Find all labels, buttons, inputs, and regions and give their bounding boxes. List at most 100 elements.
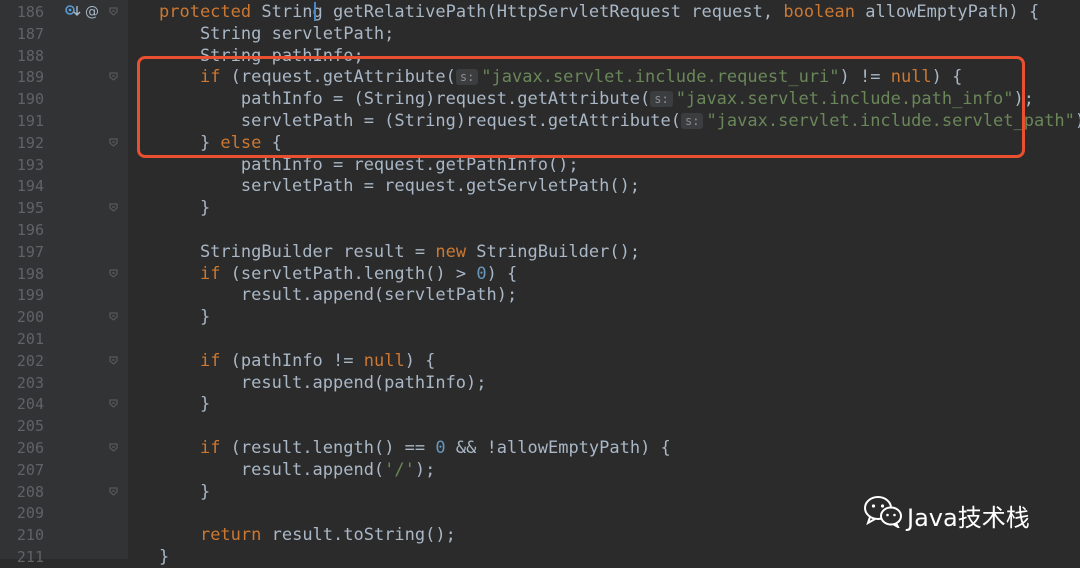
line-number: 204 (16, 395, 44, 414)
line-number: 189 (16, 68, 44, 87)
fold-marker-icon[interactable] (109, 269, 118, 278)
line-number: 200 (16, 308, 44, 327)
code-token: } (159, 307, 211, 328)
code-text[interactable]: } (159, 481, 210, 503)
code-line[interactable]: 194 servletPath = request.getServletPath… (0, 175, 1080, 197)
code-text[interactable]: result.append(servletPath); (159, 284, 517, 306)
line-number: 194 (16, 177, 44, 196)
fold-marker-icon[interactable] (109, 399, 118, 409)
fold-marker-icon[interactable] (109, 203, 118, 212)
code-line[interactable]: 201 (0, 328, 1080, 350)
code-token: (HttpServletRequest request, (486, 2, 784, 22)
code-text[interactable]: return result.toString(); (159, 524, 456, 546)
code-token: ) { (486, 263, 518, 284)
override-annotation-icon: @ (85, 4, 99, 20)
line-number: 207 (16, 460, 44, 479)
code-token: result.append( (159, 459, 385, 480)
line-number: 210 (16, 526, 44, 545)
code-text[interactable]: if (result.length() == 0 && !allowEmptyP… (159, 437, 671, 459)
line-number: 202 (16, 351, 44, 370)
fold-marker-icon[interactable] (109, 443, 118, 452)
line-number: 199 (16, 286, 44, 305)
code-line[interactable]: 202 if (pathInfo != null) { (0, 350, 1080, 372)
fold-marker-icon[interactable] (109, 7, 118, 16)
code-token: ); (1075, 111, 1080, 131)
code-token: ) { (404, 350, 436, 371)
code-text[interactable]: } (159, 546, 169, 568)
code-line[interactable]: 186 protected String getRelativePath(Http… (0, 1, 1080, 23)
line-number: 206 (16, 439, 44, 457)
code-editor[interactable]: 186 protected String getRelativePath(Http… (0, 0, 1080, 567)
code-line[interactable]: 206 if (result.length() == 0 && !allowEm… (0, 437, 1080, 459)
watermark-text: Java技术栈 (907, 504, 1030, 532)
svg-text:@: @ (85, 4, 99, 19)
line-number: 196 (16, 221, 44, 239)
code-token: result.toString(); (261, 525, 456, 546)
code-line[interactable]: 205 (0, 415, 1080, 437)
code-line[interactable]: 196 (0, 219, 1080, 241)
code-text[interactable]: String servletPath; (159, 23, 394, 45)
keyword-token: boolean (783, 2, 856, 22)
code-text[interactable]: StringBuilder result = new StringBuilder… (159, 241, 640, 263)
fold-marker-icon[interactable] (109, 72, 118, 82)
line-number: 201 (16, 330, 44, 348)
code-text[interactable]: servletPath = request.getServletPath(); (159, 175, 640, 197)
code-line[interactable]: 187 String servletPath; (0, 23, 1080, 45)
code-token: (pathInfo != (220, 350, 364, 371)
wechat-icon (864, 496, 902, 530)
line-number: 197 (16, 242, 44, 261)
fold-marker-icon[interactable] (109, 356, 118, 365)
code-line[interactable]: 200 } (0, 306, 1080, 328)
watermark: Java技术栈 (863, 494, 1063, 532)
line-number: 190 (16, 90, 44, 109)
keyword-token: if (199, 263, 221, 284)
code-token: getRelativePath (333, 2, 487, 22)
line-number: 208 (16, 482, 44, 501)
keyword-token: new (435, 241, 467, 262)
fold-marker-icon[interactable] (109, 312, 118, 321)
code-line[interactable]: 204 } (0, 393, 1080, 415)
line-number: 209 (16, 504, 44, 523)
keyword-token: null (363, 350, 405, 371)
code-token: && !allowEmptyPath) { (445, 438, 671, 458)
code-text[interactable]: result.append('/'); (159, 459, 436, 481)
line-number: 187 (16, 24, 44, 43)
code-token: (servletPath.length() > (220, 263, 477, 284)
code-line[interactable]: 195 } (0, 197, 1080, 219)
code-line[interactable]: 199 result.append(servletPath); (0, 284, 1080, 306)
code-line[interactable]: 207 result.append('/'); (0, 459, 1080, 481)
fold-marker-icon[interactable] (109, 138, 118, 147)
highlight-annotation-box (137, 56, 1025, 158)
code-token: } (159, 198, 211, 219)
line-number: 211 (16, 548, 44, 566)
code-token: allowEmptyPath) { (855, 2, 1040, 22)
text-caret (314, 2, 316, 21)
gutter-icons: @ (64, 3, 104, 20)
code-token: result.append(servletPath); (159, 285, 518, 306)
code-token: result.append(pathInfo); (159, 372, 487, 393)
line-number: 191 (16, 112, 44, 130)
code-line[interactable]: 198 if (servletPath.length() > 0) { (0, 263, 1080, 285)
code-line[interactable]: 203 result.append(pathInfo); (0, 372, 1080, 394)
keyword-token: return (199, 525, 262, 546)
code-text[interactable]: if (servletPath.length() > 0) { (159, 263, 517, 285)
code-text[interactable]: if (pathInfo != null) { (159, 350, 435, 372)
code-text[interactable]: } (159, 197, 210, 219)
code-text[interactable]: } (159, 306, 210, 328)
keyword-token: protected (159, 2, 252, 22)
code-line[interactable]: 211} (0, 546, 1080, 568)
line-number: 195 (16, 199, 44, 218)
fold-marker-icon[interactable] (109, 487, 118, 496)
code-text[interactable]: } (159, 393, 210, 415)
implements-icon[interactable] (65, 5, 81, 16)
code-text[interactable]: protected String getRelativePath(HttpSer… (159, 1, 1039, 23)
number-token: 0 (476, 263, 487, 284)
code-text[interactable]: result.append(pathInfo); (159, 372, 487, 394)
line-number: 192 (16, 133, 44, 152)
code-token: } (159, 481, 211, 502)
code-token: String servletPath; (159, 23, 395, 44)
code-line[interactable]: 197 StringBuilder result = new StringBui… (0, 241, 1080, 263)
